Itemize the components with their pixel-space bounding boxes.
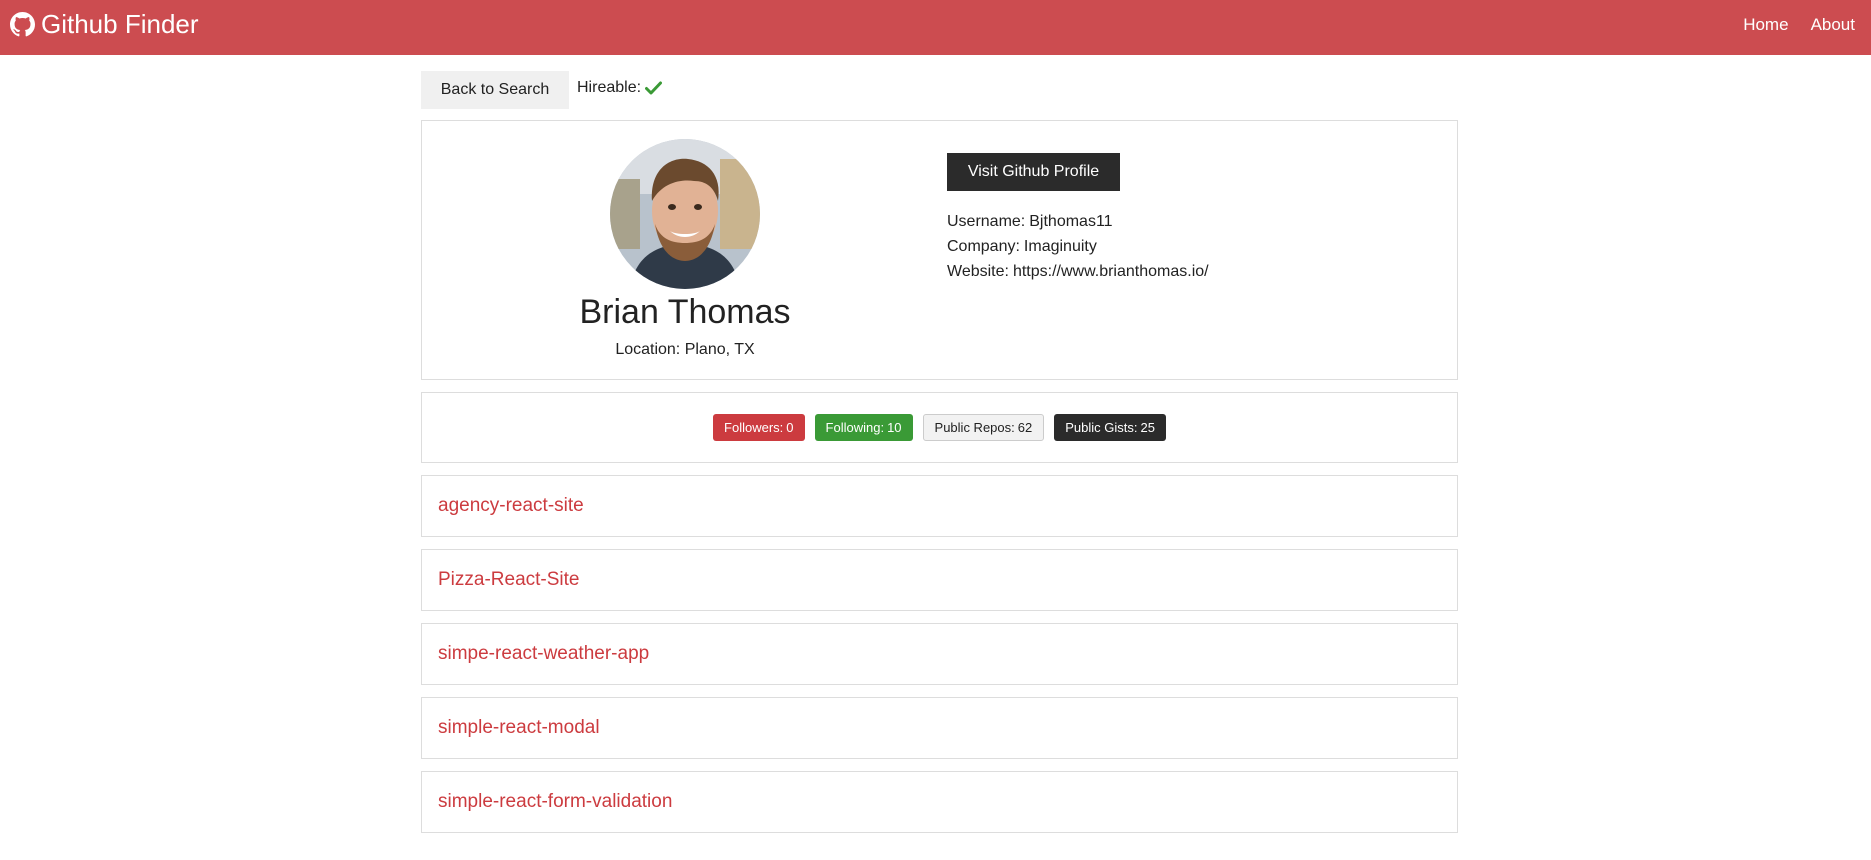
visit-github-profile-button[interactable]: Visit Github Profile (947, 153, 1120, 191)
website-label: Website: (947, 263, 1009, 280)
navbar: Github Finder Home About (0, 0, 1871, 55)
brand-title: Github Finder (41, 9, 199, 39)
repo-list: agency-react-site Pizza-React-Site simpe… (421, 475, 1458, 833)
back-to-search-button[interactable]: Back to Search (421, 71, 569, 109)
public-repos-label: Public Repos: (934, 420, 1015, 435)
repo-link-simple-react-form-validation[interactable]: simple-react-form-validation (438, 791, 672, 813)
stats-card: Followers: 0 Following: 10 Public Repos:… (421, 392, 1458, 463)
followers-badge: Followers: 0 (713, 414, 805, 441)
hireable-label: Hireable: (577, 79, 642, 96)
brand-link[interactable]: Github Finder (10, 9, 199, 40)
public-repos-count: 62 (1017, 420, 1033, 435)
main-container: Back to Search Hireable: Brian Thomas Lo… (421, 71, 1458, 833)
repo-item: simple-react-form-validation (421, 771, 1458, 833)
repo-link-pizza-react-site[interactable]: Pizza-React-Site (438, 569, 580, 591)
repo-link-simpe-react-weather-app[interactable]: simpe-react-weather-app (438, 643, 649, 665)
repo-item: Pizza-React-Site (421, 549, 1458, 611)
repo-item: simpe-react-weather-app (421, 623, 1458, 685)
repo-link-simple-react-modal[interactable]: simple-react-modal (438, 717, 600, 739)
action-bar: Back to Search Hireable: (421, 71, 1458, 109)
hireable-status: Hireable: (577, 79, 663, 97)
following-count: 10 (887, 420, 902, 435)
nav-about-link[interactable]: About (1811, 15, 1855, 35)
repo-item: simple-react-modal (421, 697, 1458, 759)
public-gists-badge: Public Gists: 25 (1054, 414, 1166, 441)
username-label: Username: (947, 213, 1026, 230)
username-value: Bjthomas11 (1029, 213, 1113, 230)
public-gists-count: 25 (1140, 420, 1155, 435)
followers-label: Followers: (724, 420, 784, 435)
profile-info-list: Username: Bjthomas11 Company: Imaginuity… (947, 209, 1209, 284)
company-row: Company: Imaginuity (947, 234, 1209, 259)
github-icon (10, 12, 35, 37)
following-label: Following: (825, 420, 885, 435)
public-gists-label: Public Gists: (1065, 420, 1138, 435)
company-value: Imaginuity (1023, 238, 1097, 255)
profile-name: Brian Thomas (579, 293, 791, 331)
following-badge: Following: 10 (814, 414, 913, 441)
avatar (610, 139, 760, 289)
repo-item: agency-react-site (421, 475, 1458, 537)
nav-links: Home About (1743, 15, 1855, 35)
check-icon (645, 81, 663, 95)
profile-card: Brian Thomas Location: Plano, TX Visit G… (421, 120, 1458, 380)
location-label: Location: (615, 341, 681, 358)
location-value: Plano, TX (684, 341, 755, 358)
website-link[interactable]: https://www.brianthomas.io/ (1013, 259, 1209, 284)
profile-location: Location: Plano, TX (422, 341, 948, 359)
public-repos-badge: Public Repos: 62 (922, 414, 1045, 441)
company-label: Company: (947, 238, 1020, 255)
repo-link-agency-react-site[interactable]: agency-react-site (438, 495, 584, 517)
website-row: Website: https://www.brianthomas.io/ (947, 259, 1209, 284)
username-row: Username: Bjthomas11 (947, 209, 1209, 234)
followers-count: 0 (786, 420, 794, 435)
nav-home-link[interactable]: Home (1743, 15, 1788, 35)
